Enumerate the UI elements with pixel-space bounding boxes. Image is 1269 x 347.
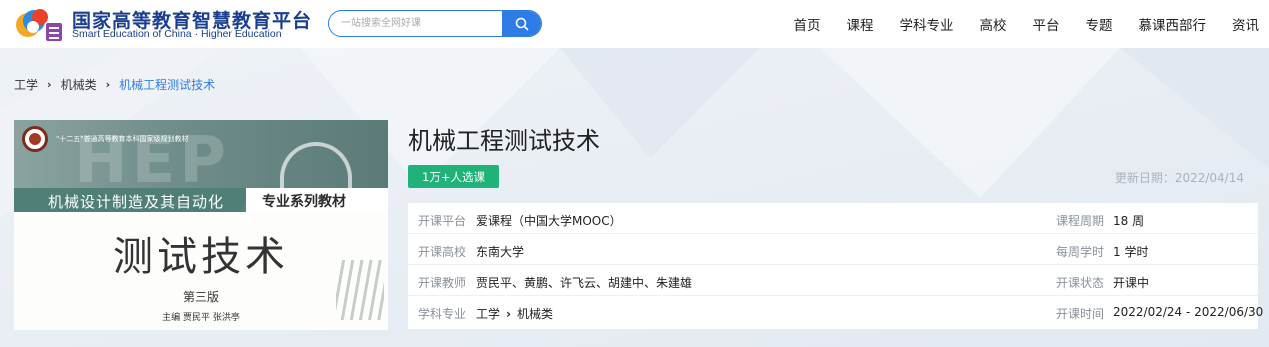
cover-band-right-text: 专业系列教材 <box>262 194 346 210</box>
nav-disciplines[interactable]: 学科专业 <box>900 14 954 34</box>
platform-link[interactable]: 爱课程（中国大学MOOC） <box>476 212 622 229</box>
university-link[interactable]: 东南大学 <box>476 243 524 260</box>
nav-news[interactable]: 资讯 <box>1232 14 1259 34</box>
chevron-right-icon: › <box>105 78 111 91</box>
info-value: 18 周 <box>1113 214 1145 228</box>
info-label: 学科专业 <box>418 307 467 321</box>
search-box <box>328 10 542 37</box>
course-title: 机械工程测试技术 <box>408 127 600 155</box>
info-label: 课程周期 <box>1056 214 1105 228</box>
cover-title: 测试技术 <box>113 234 289 280</box>
nav-mooc-west[interactable]: 慕课西部行 <box>1139 14 1207 34</box>
info-row-university: 开课高校 东南大学 每周学时 1 学时 <box>408 234 1258 265</box>
logo-title-en[interactable]: Smart Education of China · Higher Educat… <box>72 28 282 40</box>
nav-topics[interactable]: 专题 <box>1086 14 1113 34</box>
main-nav: 首页 课程 学科专业 高校 平台 专题 慕课西部行 资讯 <box>768 0 1260 48</box>
info-value: 1 学时 <box>1113 245 1149 259</box>
teachers-value: 贾民平、黄鹏、许飞云、胡建中、朱建雄 <box>476 276 693 290</box>
cover-band: 机械设计制造及其自动化 专业系列教材 <box>14 188 388 212</box>
info-label: 开课状态 <box>1056 276 1105 290</box>
nav-courses[interactable]: 课程 <box>847 14 874 34</box>
chevron-right-icon: › <box>47 78 52 91</box>
search-icon <box>515 17 529 30</box>
platform-logo-icon[interactable] <box>14 5 64 43</box>
info-label: 开课时间 <box>1056 307 1105 321</box>
nav-universities[interactable]: 高校 <box>980 14 1007 34</box>
course-status-value: 开课中 <box>1113 276 1150 290</box>
publisher-seal-icon <box>22 126 48 152</box>
info-row-discipline: 学科专业 工学 › 机械类 开课时间 2022/02/24 - 2022/06/30 <box>408 296 1263 327</box>
nav-home[interactable]: 首页 <box>794 14 821 34</box>
breadcrumb-engineering[interactable]: 工学 <box>14 76 38 93</box>
course-info-table: 开课平台 爱课程（中国大学MOOC） 课程周期 18 周 开课高校 东南大学 每… <box>408 203 1263 329</box>
search-input[interactable] <box>329 11 505 36</box>
chevron-right-icon: › <box>506 307 511 321</box>
cover-series-note: "十二五"普通高等教育本科国家级规划教材 <box>56 135 189 143</box>
top-header: 国家高等教育智慧教育平台 Smart Education of China · … <box>0 0 1269 48</box>
enroll-count-badge: 1万+人选课 <box>408 165 499 188</box>
course-cover-image: HEP "十二五"普通高等教育本科国家级规划教材 机械设计制造及其自动化 专业系… <box>14 120 388 330</box>
info-label: 开课教师 <box>418 276 467 290</box>
cover-body: 测试技术 第三版 主编 贾民平 张洪亭 <box>14 212 388 330</box>
info-label: 每周学时 <box>1056 245 1105 259</box>
cover-edition: 第三版 <box>182 290 219 304</box>
breadcrumb-mechanical[interactable]: 机械类 <box>61 76 97 93</box>
nav-platforms[interactable]: 平台 <box>1033 14 1060 34</box>
info-label: 开课平台 <box>418 214 467 228</box>
discipline-value: 工学 › 机械类 <box>476 305 553 322</box>
discipline-engineering-link[interactable]: 工学 <box>476 307 500 321</box>
info-label: 开课高校 <box>418 245 467 259</box>
search-button[interactable] <box>502 11 541 36</box>
breadcrumb: 工学 › 机械类 › 机械工程测试技术 <box>14 76 215 93</box>
discipline-mechanical-link[interactable]: 机械类 <box>517 307 553 321</box>
cover-top-panel: HEP "十二五"普通高等教育本科国家级规划教材 <box>14 120 388 198</box>
course-time-value: 2022/02/24 - 2022/06/30 <box>1113 305 1264 319</box>
update-date: 更新日期：2022/04/14 <box>1114 171 1244 185</box>
info-row-platform: 开课平台 爱课程（中国大学MOOC） 课程周期 18 周 <box>408 203 1258 234</box>
cover-authors: 主编 贾民平 张洪亭 <box>162 313 240 323</box>
info-row-teachers: 开课教师 贾民平、黄鹏、许飞云、胡建中、朱建雄 开课状态 开课中 <box>408 265 1258 296</box>
cover-arch-graphic <box>280 142 352 192</box>
cover-band-left-text: 机械设计制造及其自动化 <box>48 193 225 211</box>
breadcrumb-current: 机械工程测试技术 <box>119 78 216 92</box>
